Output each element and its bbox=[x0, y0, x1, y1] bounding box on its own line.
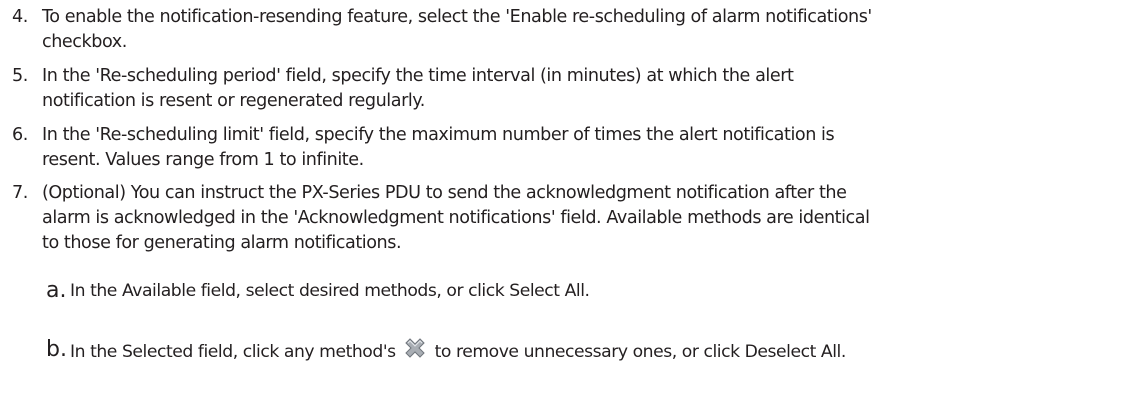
step-line: checkbox. bbox=[42, 32, 127, 52]
substep-text: In the Selected field, click any method'… bbox=[70, 338, 846, 365]
step-line: resent. Values range from 1 to infinite. bbox=[42, 150, 364, 170]
step-line: (Optional) You can instruct the PX-Serie… bbox=[42, 183, 847, 203]
step-line: to those for generating alarm notificati… bbox=[42, 233, 402, 253]
step-text: To enable the notification-resending fea… bbox=[42, 5, 1128, 55]
substep-text: In the Available field, select desired m… bbox=[70, 281, 590, 301]
substep-text-after: to remove unnecessary ones, or click Des… bbox=[434, 342, 847, 362]
step-text: In the 'Re-scheduling limit' field, spec… bbox=[42, 123, 1128, 173]
step-line: In the 'Re-scheduling limit' field, spec… bbox=[42, 125, 835, 145]
step-text: In the 'Re-scheduling period' field, spe… bbox=[42, 64, 1128, 114]
substep-letter: b. bbox=[46, 337, 67, 362]
document-page: 4. To enable the notification-resending … bbox=[0, 0, 1131, 419]
step-line: To enable the notification-resending fea… bbox=[42, 7, 872, 27]
step-line: notification is resent or regenerated re… bbox=[42, 91, 425, 111]
remove-x-icon bbox=[401, 338, 429, 360]
step-line: In the 'Re-scheduling period' field, spe… bbox=[42, 66, 794, 86]
substep-text-before: In the Selected field, click any method'… bbox=[70, 342, 396, 362]
step-text: (Optional) You can instruct the PX-Serie… bbox=[42, 181, 1128, 256]
step-line: alarm is acknowledged in the 'Acknowledg… bbox=[42, 208, 870, 228]
substep-letter: a. bbox=[46, 278, 67, 303]
